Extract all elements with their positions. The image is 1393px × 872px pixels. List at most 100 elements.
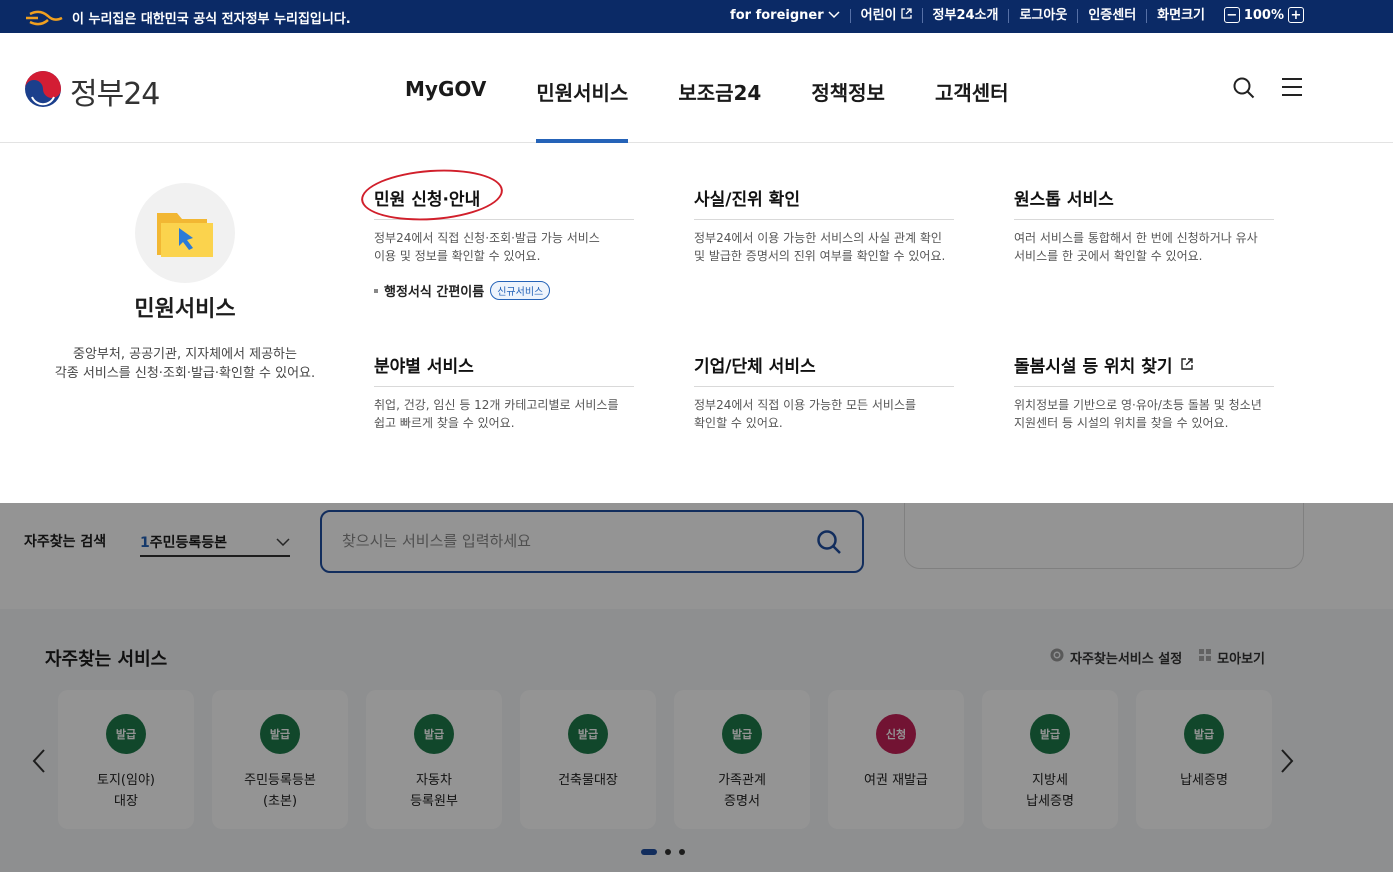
pagination-dot[interactable] — [665, 849, 671, 855]
search-box — [320, 510, 864, 573]
nav-mygov[interactable]: MyGOV — [405, 33, 486, 143]
search-submit-icon[interactable] — [816, 529, 842, 559]
frequent-search-value: 주민등록등본 — [149, 535, 228, 551]
service-card[interactable]: 발급납세증명 — [1136, 690, 1272, 829]
util-links: for foreigner 어린이 정부24소개 로그아웃 인증센터 화면크기 — [720, 8, 1215, 23]
link-about[interactable]: 정부24소개 — [923, 8, 1010, 23]
menu-icon[interactable] — [1281, 77, 1303, 103]
service-badge: 발급 — [722, 714, 762, 754]
menu-heading[interactable]: 원스톱 서비스 — [1014, 185, 1274, 220]
mega-title: 민원서비스 — [134, 297, 236, 322]
menu-heading[interactable]: 사실/진위 확인 — [694, 185, 954, 220]
bullet-icon — [374, 288, 378, 293]
menu-category: 분야별 서비스 취업, 건강, 임신 등 12개 카테고리별로 서비스를 쉽고 빠… — [374, 352, 634, 432]
menu-desc: 정부24에서 직접 신청·조회·발급 가능 서비스 이용 및 정보를 확인할 수 … — [374, 231, 600, 263]
header: 정부24 MyGOV 민원서비스 보조금24 정책정보 고객센터 — [0, 33, 1393, 143]
service-name: 지방세 납세증명 — [1026, 773, 1074, 809]
service-badge: 발급 — [414, 714, 454, 754]
menu-desc: 여러 서비스를 통합해서 한 번에 신청하거나 유사 서비스를 한 곳에서 확인할… — [1014, 231, 1258, 263]
service-card[interactable]: 발급주민등록등본 (초본) — [212, 690, 348, 829]
nav-customer-center[interactable]: 고객센터 — [935, 33, 1009, 143]
external-link-icon — [1180, 355, 1193, 375]
gather-view-button[interactable]: 모아보기 — [1198, 648, 1265, 667]
logo-text: 정부24 — [70, 77, 160, 112]
service-name: 자동차 등록원부 — [410, 773, 458, 809]
service-cards: 발급토지(임야) 대장 발급주민등록등본 (초본) 발급자동차 등록원부 발급건… — [58, 690, 1272, 829]
header-icons — [1233, 77, 1303, 103]
zoom-control: − 100% + — [1223, 7, 1304, 23]
mega-description: 중앙부처, 공공기관, 지자체에서 제공하는 각종 서비스를 신청·조회·발급·… — [54, 347, 316, 381]
mega-menu: 민원서비스 중앙부처, 공공기관, 지자체에서 제공하는 각종 서비스를 신청·… — [0, 143, 1393, 503]
egov-logo-icon — [24, 10, 66, 26]
sub-link-forms[interactable]: 행정서식 간편이름 신규서비스 — [374, 281, 634, 300]
carousel-pagination — [641, 849, 685, 855]
service-badge: 발급 — [1184, 714, 1224, 754]
link-kids[interactable]: 어린이 — [851, 8, 923, 23]
zoom-out-button[interactable]: − — [1223, 7, 1240, 23]
screen-size-label: 화면크기 — [1157, 7, 1205, 23]
carousel-prev-icon[interactable] — [32, 748, 46, 781]
menu-heading[interactable]: 기업/단체 서비스 — [694, 352, 954, 387]
link-logout[interactable]: 로그아웃 — [1009, 8, 1079, 23]
chevron-down-icon — [828, 9, 840, 23]
frequent-search-label: 자주찾는 검색 — [24, 534, 107, 550]
search-input[interactable] — [342, 532, 782, 550]
frequent-search-select[interactable]: 1주민등록등본 — [140, 529, 290, 557]
service-badge: 발급 — [568, 714, 608, 754]
gov-notice-text: 이 누리집은 대한민국 공식 전자정부 누리집입니다. — [72, 12, 351, 27]
service-card[interactable]: 발급자동차 등록원부 — [366, 690, 502, 829]
menu-desc: 정부24에서 직접 이용 가능한 모든 서비스를 확인할 수 있어요. — [694, 398, 917, 430]
menu-desc: 취업, 건강, 임신 등 12개 카테고리별로 서비스를 쉽고 빠르게 찾을 수 … — [374, 398, 619, 430]
frequent-services-title: 자주찾는 서비스 — [45, 649, 168, 670]
service-badge: 발급 — [106, 714, 146, 754]
menu-desc: 정부24에서 이용 가능한 서비스의 사실 관계 확인 및 발급한 증명서의 진위… — [694, 231, 946, 263]
nav-civil-service[interactable]: 민원서비스 — [536, 33, 629, 143]
service-name: 여권 재발급 — [864, 773, 928, 788]
menu-heading[interactable]: 돌봄시설 등 위치 찾기 — [1014, 352, 1274, 387]
service-badge: 신청 — [876, 714, 916, 754]
service-card[interactable]: 발급건축물대장 — [520, 690, 656, 829]
top-bar: 이 누리집은 대한민국 공식 전자정부 누리집입니다. for foreigne… — [0, 0, 1393, 33]
search-row: 자주찾는 검색 1주민등록등본 — [0, 483, 1393, 609]
service-name: 토지(임야) 대장 — [97, 773, 155, 809]
new-service-badge: 신규서비스 — [490, 281, 551, 300]
mega-intro: 민원서비스 중앙부처, 공공기관, 지자체에서 제공하는 각종 서비스를 신청·… — [40, 183, 330, 383]
service-name: 주민등록등본 (초본) — [244, 773, 316, 809]
frequent-search-rank: 1 — [140, 535, 150, 551]
menu-desc: 위치정보를 기반으로 영·유아/초등 돌봄 및 청소년 지원센터 등 시설의 위치… — [1014, 398, 1262, 430]
pagination-dot[interactable] — [679, 849, 685, 855]
service-card[interactable]: 발급 가족관계 증명서 — [674, 690, 810, 829]
zoom-value: 100% — [1243, 7, 1284, 23]
service-name: 건축물대장 — [558, 773, 618, 788]
grid-icon — [1198, 648, 1212, 666]
menu-onestop: 원스톱 서비스 여러 서비스를 통합해서 한 번에 신청하거나 유사 서비스를 한… — [1014, 185, 1274, 265]
taegeuk-logo-icon — [24, 70, 62, 112]
folder-icon — [135, 183, 235, 283]
pagination-dot[interactable] — [641, 849, 657, 855]
menu-heading[interactable]: 분야별 서비스 — [374, 352, 634, 387]
service-card[interactable]: 발급토지(임야) 대장 — [58, 690, 194, 829]
main-nav: MyGOV 민원서비스 보조금24 정책정보 고객센터 — [405, 33, 1059, 143]
services-settings-button[interactable]: 자주찾는서비스 설정 — [1049, 647, 1182, 667]
carousel-next-icon[interactable] — [1280, 748, 1294, 781]
service-badge: 발급 — [1030, 714, 1070, 754]
nav-subsidy24[interactable]: 보조금24 — [678, 33, 761, 143]
service-name: 납세증명 — [1180, 773, 1228, 788]
frequent-services-section: 자주찾는 서비스 자주찾는서비스 설정 모아보기 발급토지(임야) 대장 발급주… — [0, 609, 1393, 872]
menu-fact-check: 사실/진위 확인 정부24에서 이용 가능한 서비스의 사실 관계 확인 및 발급… — [694, 185, 954, 265]
service-badge: 발급 — [260, 714, 300, 754]
link-foreigner[interactable]: for foreigner — [720, 8, 851, 23]
main-content: 자주찾는 검색 1주민등록등본 자주찾는 서비스 자주찾는서비스 설정 모아보기 — [0, 483, 1393, 872]
menu-location: 돌봄시설 등 위치 찾기 위치정보를 기반으로 영·유아/초등 돌봄 및 청소년… — [1014, 352, 1274, 432]
nav-policy-info[interactable]: 정책정보 — [811, 33, 885, 143]
service-card[interactable]: 발급지방세 납세증명 — [982, 690, 1118, 829]
chevron-down-icon — [276, 534, 290, 550]
service-card[interactable]: 신청여권 재발급 — [828, 690, 964, 829]
external-link-icon — [900, 8, 912, 23]
search-icon[interactable] — [1233, 77, 1255, 103]
menu-business: 기업/단체 서비스 정부24에서 직접 이용 가능한 모든 서비스를 확인할 수 … — [694, 352, 954, 432]
gov-notice: 이 누리집은 대한민국 공식 전자정부 누리집입니다. — [24, 8, 351, 27]
zoom-in-button[interactable]: + — [1288, 7, 1304, 23]
site-logo[interactable]: 정부24 — [24, 69, 160, 113]
link-cert-center[interactable]: 인증센터 — [1078, 8, 1148, 23]
